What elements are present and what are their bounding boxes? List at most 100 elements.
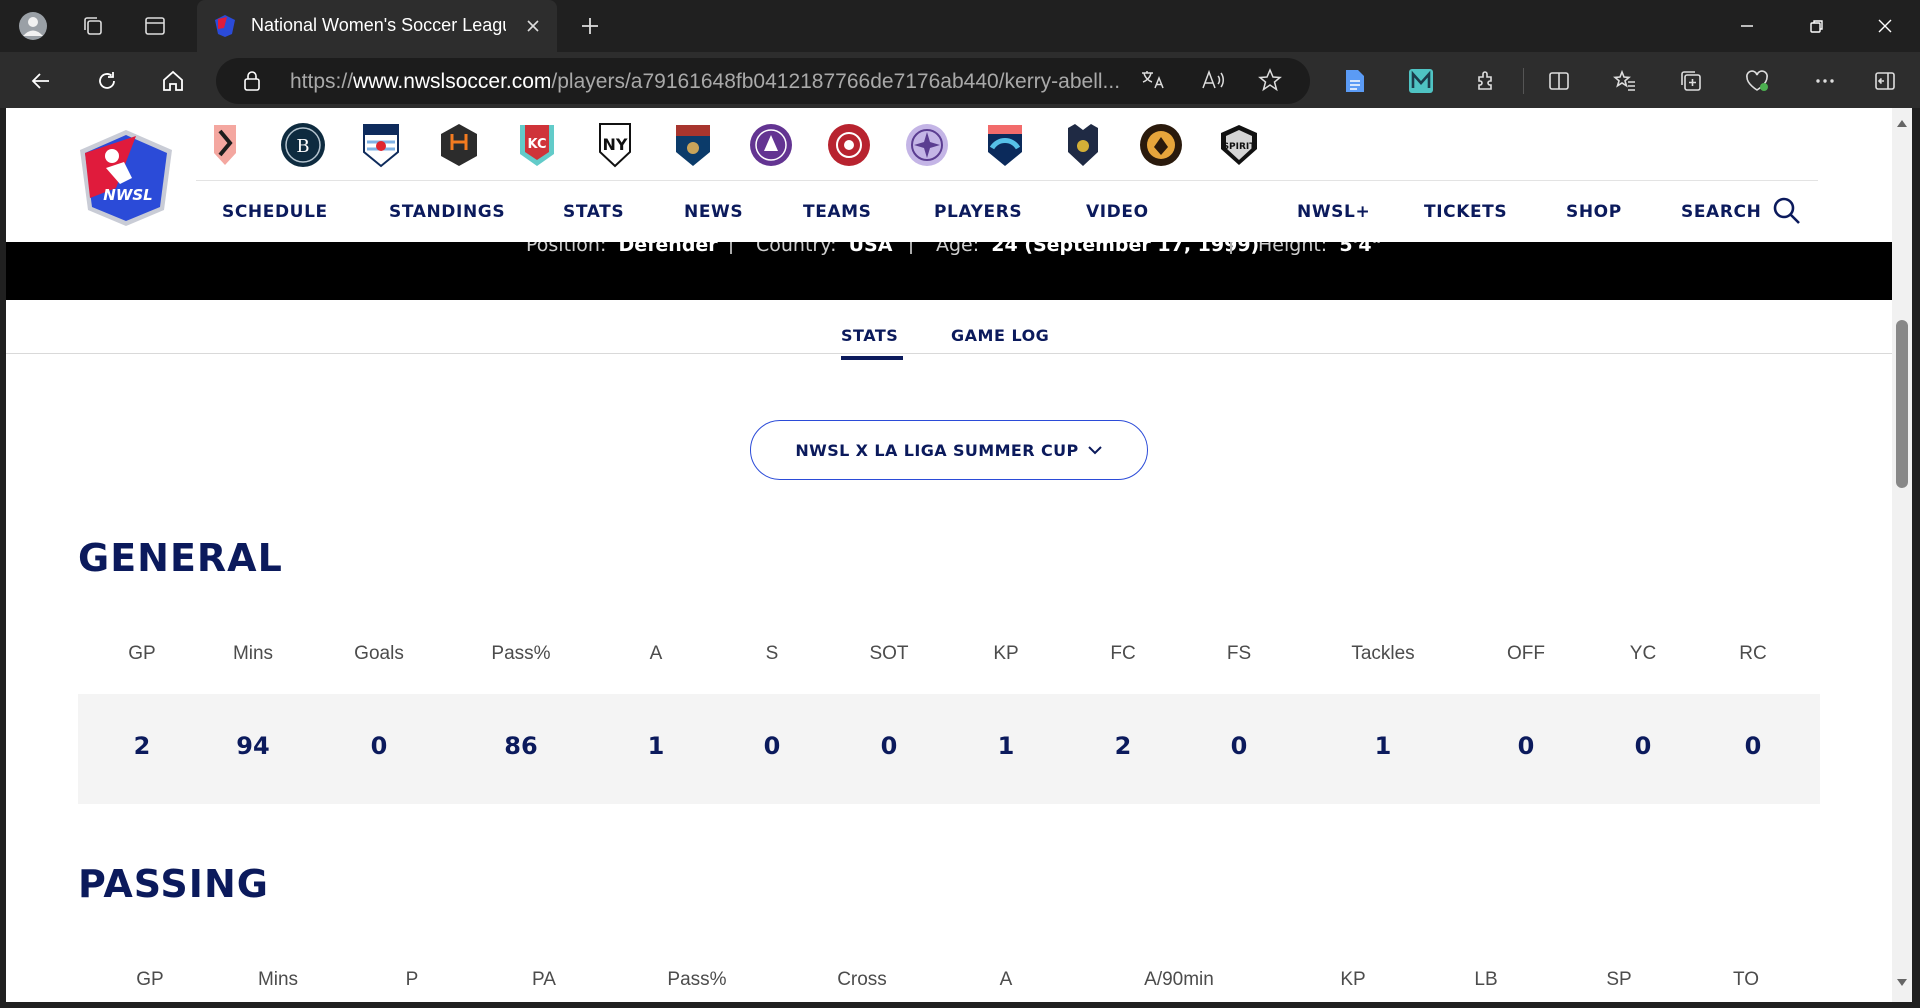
extensions-puzzle-icon[interactable] (1468, 62, 1506, 100)
general-header: Pass% (491, 643, 551, 664)
nav-players[interactable]: PLAYERS (934, 202, 1022, 222)
utah-royals-icon[interactable] (1138, 122, 1184, 168)
nav-stats[interactable]: STATS (563, 202, 624, 222)
sidebar-toggle-icon[interactable] (1866, 62, 1904, 100)
site-header: NWSL B KC NY SPIRIT SCHEDULE STANDINGS S… (6, 108, 1892, 242)
scroll-up-icon[interactable] (1896, 118, 1908, 128)
svg-text:KC: KC (527, 137, 546, 152)
address-bar[interactable]: https://www.nwslsoccer.com/players/a7916… (216, 58, 1310, 104)
svg-text:SPIRIT: SPIRIT (1223, 142, 1257, 152)
general-value: 0 (370, 732, 388, 760)
general-value: 0 (1517, 732, 1535, 760)
favorites-icon[interactable] (1606, 62, 1644, 100)
season-dropdown[interactable]: NWSL X LA LIGA SUMMER CUP (750, 420, 1148, 480)
read-aloud-icon[interactable] (1200, 68, 1226, 96)
url-text[interactable]: https://www.nwslsoccer.com/players/a7916… (290, 70, 1150, 94)
washington-spirit-icon[interactable]: SPIRIT (1216, 122, 1262, 168)
bay-fc-icon[interactable]: B (280, 122, 326, 168)
general-header: YC (1629, 643, 1657, 664)
split-screen-icon[interactable] (1540, 62, 1578, 100)
close-window-icon[interactable] (1850, 0, 1920, 52)
general-header: OFF (1507, 643, 1545, 664)
nav-teams[interactable]: TEAMS (803, 202, 872, 222)
page-viewport: Position: Defender Country: USA Age: 24 … (6, 108, 1892, 1002)
passing-header: Cross (837, 969, 887, 990)
minimize-icon[interactable] (1712, 0, 1782, 52)
more-menu-icon[interactable] (1806, 62, 1844, 100)
general-heading: GENERAL (78, 536, 283, 580)
nwsl-logo[interactable]: NWSL (76, 128, 176, 228)
general-value: 94 (236, 732, 270, 760)
general-value: 1 (997, 732, 1015, 760)
general-header: Tackles (1351, 643, 1415, 664)
favorite-star-icon[interactable] (1258, 68, 1282, 96)
browser-essentials-icon[interactable] (1738, 62, 1776, 100)
racing-louisville-icon[interactable] (904, 122, 950, 168)
tab-game-log[interactable]: GAME LOG (951, 326, 1049, 345)
browser-titlebar: National Women's Soccer League (0, 0, 1920, 52)
angel-city-icon[interactable] (202, 122, 248, 168)
document-extension-icon[interactable] (1336, 62, 1374, 100)
scrollbar-thumb[interactable] (1896, 320, 1908, 488)
restore-icon[interactable] (1782, 0, 1852, 52)
general-header: GP (128, 643, 156, 664)
nc-courage-icon[interactable] (670, 122, 716, 168)
passing-header: Mins (257, 969, 299, 990)
houston-dash-icon[interactable] (436, 122, 482, 168)
passing-header: Pass% (667, 969, 727, 990)
general-header: RC (1739, 643, 1767, 664)
nav-shop[interactable]: SHOP (1566, 202, 1622, 222)
table-row (78, 694, 1820, 804)
passing-header: A/90min (1144, 969, 1214, 990)
active-tab-indicator (841, 356, 903, 360)
tab-actions-icon[interactable] (138, 9, 172, 43)
orlando-pride-icon[interactable] (748, 122, 794, 168)
gotham-fc-icon[interactable]: NY (592, 122, 638, 168)
nav-tickets[interactable]: TICKETS (1424, 202, 1507, 222)
passing-header: KP (1340, 969, 1366, 990)
tab-stats[interactable]: STATS (841, 326, 898, 345)
san-diego-wave-icon[interactable] (982, 122, 1028, 168)
nav-schedule[interactable]: SCHEDULE (222, 202, 328, 222)
active-tab[interactable]: National Women's Soccer League (197, 0, 557, 52)
kc-current-icon[interactable]: KC (514, 122, 560, 168)
close-tab-icon[interactable] (521, 14, 545, 38)
general-header: FC (1110, 643, 1136, 664)
collections-icon[interactable] (1672, 62, 1710, 100)
general-header: Goals (354, 643, 404, 664)
general-value: 2 (1114, 732, 1132, 760)
translate-icon[interactable] (1140, 68, 1166, 97)
header-divider (196, 180, 1818, 181)
workspaces-icon[interactable] (76, 9, 110, 43)
page-scrollbar[interactable] (1892, 108, 1912, 1002)
nwsl-favicon-icon (213, 14, 237, 38)
passing-header: SP (1606, 969, 1632, 990)
m-extension-icon[interactable] (1402, 62, 1440, 100)
scroll-down-icon[interactable] (1896, 978, 1908, 988)
general-header: KP (993, 643, 1019, 664)
back-arrow-icon[interactable] (22, 62, 60, 100)
nav-search[interactable]: SEARCH (1681, 202, 1761, 222)
nav-video[interactable]: VIDEO (1086, 202, 1149, 222)
general-header: SOT (869, 643, 909, 664)
general-value: 2 (133, 732, 151, 760)
svg-text:B: B (296, 136, 309, 157)
general-value: 0 (880, 732, 898, 760)
profile-avatar-icon[interactable] (16, 9, 50, 43)
nav-standings[interactable]: STANDINGS (389, 202, 505, 222)
home-icon[interactable] (154, 62, 192, 100)
ol-reign-icon[interactable] (1060, 122, 1106, 168)
browser-toolbar: https://www.nwslsoccer.com/players/a7916… (0, 52, 1920, 108)
passing-header: GP (136, 969, 164, 990)
general-header: S (765, 643, 779, 664)
refresh-icon[interactable] (88, 62, 126, 100)
new-tab-icon[interactable] (574, 10, 606, 42)
general-header: A (649, 643, 663, 664)
general-value: 0 (1230, 732, 1248, 760)
red-stars-icon[interactable] (358, 122, 404, 168)
nav-nwsl-plus[interactable]: NWSL+ (1297, 202, 1370, 222)
search-icon[interactable] (1772, 196, 1802, 230)
lock-icon[interactable] (242, 70, 262, 96)
nav-news[interactable]: NEWS (684, 202, 743, 222)
portland-thorns-icon[interactable] (826, 122, 872, 168)
